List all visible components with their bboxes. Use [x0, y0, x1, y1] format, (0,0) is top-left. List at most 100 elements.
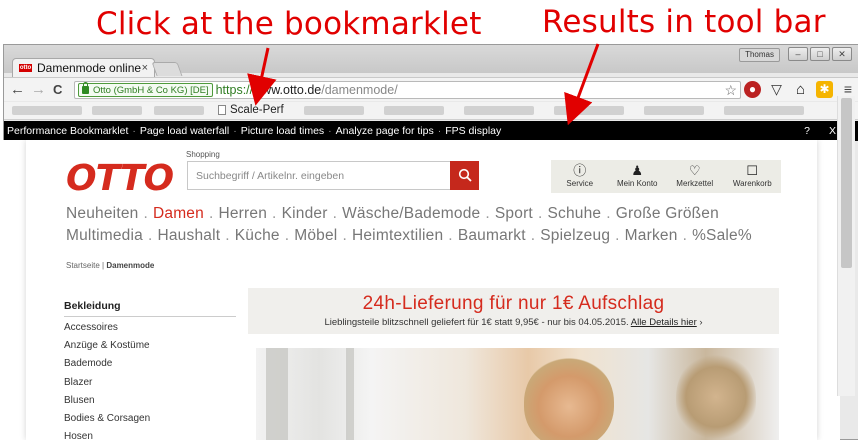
extension-icon[interactable]: ✱: [816, 81, 833, 98]
bookmarks-bar: Scale-Perf »: [4, 102, 858, 120]
browser-toolbar: ← → C Otto (GmbH & Co KG) [DE] https:// …: [4, 77, 858, 101]
perf-item-fps[interactable]: FPS display: [445, 125, 501, 137]
breadcrumb-current: Damenmode: [106, 261, 155, 270]
sidebar-item[interactable]: Hosen: [64, 428, 236, 440]
search-button[interactable]: [450, 161, 479, 190]
nav-herren[interactable]: Herren: [218, 205, 267, 222]
hero-decor: [266, 348, 288, 440]
scrollbar-thumb[interactable]: [841, 98, 852, 268]
perf-item-analyze[interactable]: Analyze page for tips: [336, 125, 434, 137]
bookmark-star-icon[interactable]: ☆: [724, 82, 737, 99]
page-viewport: OTTO Shopping Suchbegriff / Artikelnr. e…: [3, 140, 840, 440]
sidebar-item[interactable]: Anzüge & Kostüme: [64, 337, 236, 355]
nav-marken[interactable]: Marken: [625, 227, 678, 244]
perf-item-waterfall[interactable]: Page load waterfall: [140, 125, 229, 137]
heart-icon: ♡: [688, 163, 701, 178]
breadcrumb-home[interactable]: Startseite: [66, 261, 100, 270]
maximize-button[interactable]: □: [810, 47, 830, 61]
minimize-button[interactable]: –: [788, 47, 808, 61]
nav-waesche[interactable]: Wäsche/Bademode: [342, 205, 480, 222]
nav-grosse-groessen[interactable]: Große Größen: [616, 205, 719, 222]
performance-toolbar: Performance Bookmarklet · Page load waterf…: [4, 121, 858, 141]
blurred-bookmark[interactable]: [554, 106, 624, 115]
blurred-bookmark[interactable]: [304, 106, 364, 115]
user-icon: ♟: [631, 163, 644, 178]
nav-sale[interactable]: %Sale%: [692, 227, 752, 244]
banner-details-link[interactable]: Alle Details hier: [631, 317, 697, 328]
service-label: Service: [566, 179, 594, 188]
sidebar-heading[interactable]: Bekleidung: [64, 300, 236, 317]
account-button[interactable]: ♟ Mein Konto: [609, 160, 667, 193]
annotation-click-bookmarklet: Click at the bookmarklet: [96, 6, 482, 42]
ev-certificate-badge[interactable]: Otto (GmbH & Co KG) [DE]: [78, 82, 213, 97]
perf-item-bookmarklet[interactable]: Performance Bookmarklet: [7, 125, 128, 137]
adblock-extension-icon[interactable]: ●: [744, 81, 761, 98]
blurred-bookmark[interactable]: [644, 106, 704, 115]
nav-damen[interactable]: Damen: [153, 205, 204, 222]
window-controls: – □ ✕: [788, 47, 852, 61]
title-bar: otto Damenmode online × Thomas – □ ✕: [4, 45, 858, 77]
shield-extension-icon[interactable]: ▽: [768, 81, 785, 98]
home-icon[interactable]: ⌂: [792, 81, 809, 98]
nav-sport[interactable]: Sport: [495, 205, 533, 222]
hero-decor: [346, 348, 354, 440]
banner-subtext-text: Lieblingsteile blitzschnell geliefert fü…: [324, 317, 629, 328]
blurred-bookmark[interactable]: [724, 106, 804, 115]
otto-favicon-icon: otto: [19, 64, 32, 72]
blurred-bookmark[interactable]: [464, 106, 534, 115]
page-scrollbar[interactable]: [837, 96, 855, 396]
reload-icon[interactable]: C: [53, 81, 62, 99]
sidebar-item[interactable]: Bademode: [64, 355, 236, 373]
perf-item-picture-times[interactable]: Picture load times: [241, 125, 324, 137]
nav-kinder[interactable]: Kinder: [282, 205, 328, 222]
perf-help-button[interactable]: ?: [804, 121, 810, 141]
lock-icon: [82, 82, 89, 94]
nav-schuhe[interactable]: Schuhe: [547, 205, 601, 222]
url-path: /damenmode/: [321, 83, 398, 97]
wishlist-button[interactable]: ♡ Merkzettel: [666, 160, 724, 193]
blurred-bookmark[interactable]: [154, 106, 204, 115]
otto-page: OTTO Shopping Suchbegriff / Artikelnr. e…: [26, 140, 817, 440]
menu-icon[interactable]: ≡: [844, 81, 852, 97]
sidebar-item[interactable]: Accessoires: [64, 319, 236, 337]
nav-haushalt[interactable]: Haushalt: [157, 227, 220, 244]
search-input[interactable]: Suchbegriff / Artikelnr. eingeben: [187, 161, 450, 190]
banner-subtext: Lieblingsteile blitzschnell geliefert fü…: [248, 317, 779, 328]
nav-baumarkt[interactable]: Baumarkt: [458, 227, 526, 244]
shopping-label: Shopping: [186, 150, 220, 159]
new-tab-button[interactable]: [151, 62, 183, 76]
bookmark-scale-perf[interactable]: Scale-Perf: [218, 104, 284, 116]
delivery-banner[interactable]: 24h-Lieferung für nur 1€ Aufschlag Liebl…: [248, 288, 779, 334]
main-nav-row-2: Multimedia. Haushalt. Küche. Möbel. Heimtext…: [66, 227, 752, 244]
nav-spielzeug[interactable]: Spielzeug: [540, 227, 610, 244]
hero-model-reflection: [676, 352, 756, 440]
page-icon: [218, 105, 226, 115]
sidebar-item[interactable]: Blusen: [64, 392, 236, 410]
forward-icon[interactable]: →: [31, 81, 46, 99]
perf-close-button[interactable]: X: [829, 121, 836, 141]
search-icon: [458, 168, 472, 182]
nav-heimtextilien[interactable]: Heimtextilien: [352, 227, 443, 244]
blurred-bookmark[interactable]: [384, 106, 444, 115]
address-bar[interactable]: Otto (GmbH & Co KG) [DE] https:// www.ot…: [74, 81, 741, 99]
category-sidebar: Bekleidung Accessoires Anzüge & Kostüme …: [64, 300, 236, 440]
service-button[interactable]: ⓘ Service: [551, 160, 609, 193]
nav-multimedia[interactable]: Multimedia: [66, 227, 143, 244]
back-icon[interactable]: ←: [10, 81, 25, 99]
otto-logo[interactable]: OTTO: [66, 161, 174, 197]
nav-neuheiten[interactable]: Neuheiten: [66, 205, 138, 222]
nav-moebel[interactable]: Möbel: [294, 227, 337, 244]
hero-image[interactable]: [256, 348, 779, 440]
user-profile-badge[interactable]: Thomas: [739, 48, 780, 62]
blurred-bookmark[interactable]: [92, 106, 142, 115]
close-window-button[interactable]: ✕: [832, 47, 852, 61]
banner-headline: 24h-Lieferung für nur 1€ Aufschlag: [362, 293, 665, 314]
sidebar-item[interactable]: Bodies & Corsagen: [64, 410, 236, 428]
tab-close-icon[interactable]: ×: [142, 62, 148, 74]
blurred-bookmark[interactable]: [12, 106, 82, 115]
nav-kueche[interactable]: Küche: [235, 227, 280, 244]
account-label: Mein Konto: [617, 179, 658, 188]
sidebar-item[interactable]: Blazer: [64, 374, 236, 392]
browser-tab[interactable]: otto Damenmode online ×: [12, 58, 155, 77]
cart-button[interactable]: ☐ Warenkorb: [724, 160, 782, 193]
